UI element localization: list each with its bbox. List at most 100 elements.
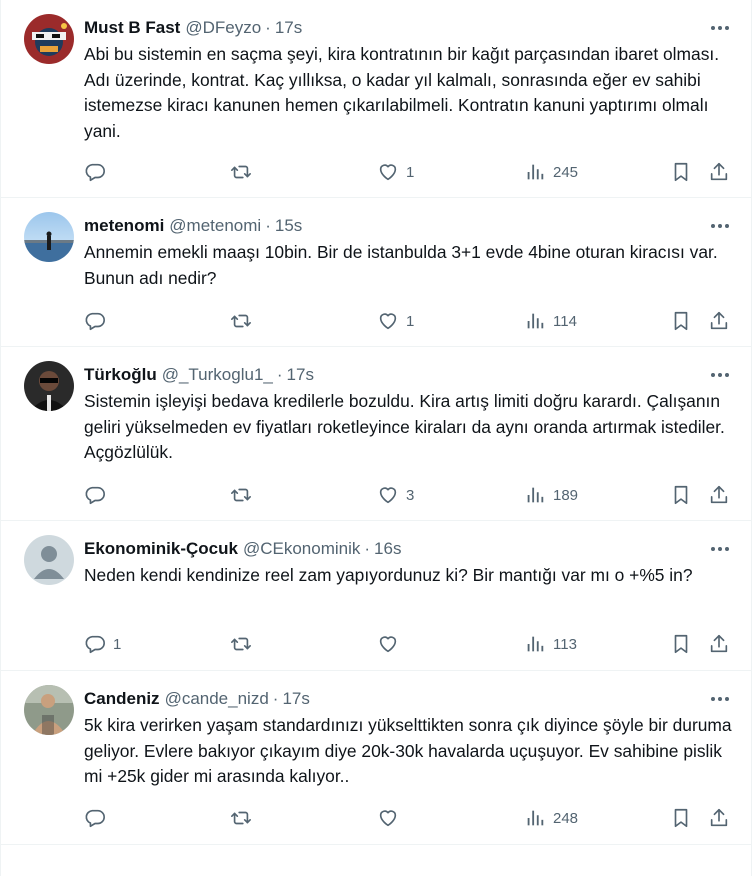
separator-dot: · [272,689,279,708]
avatar[interactable] [24,212,74,262]
tweet-text: Annemin emekli maaşı 10bin. Bir de istan… [84,242,718,288]
avatar[interactable] [24,361,74,411]
timestamp[interactable]: 15s [275,216,302,236]
tweet-text: Neden kendi kendinize reel zam yapıyordu… [84,565,693,585]
reply-icon [85,635,105,654]
bookmark-button[interactable] [670,308,692,334]
tweet-text: 5k kira verirken yaşam standardınızı yük… [84,715,732,786]
retweet-button[interactable] [230,482,259,508]
retweet-button[interactable] [230,805,259,831]
bookmark-button[interactable] [670,631,692,657]
more-dots-icon[interactable] [707,216,733,236]
tweet-text: Abi bu sistemin en saçma şeyi, kira kont… [84,44,720,141]
views-button[interactable]: 113 [524,631,577,657]
share-button[interactable] [708,805,730,831]
tweet[interactable]: metenomi @metenomi · 15s Annemin emekli … [1,198,752,347]
bookmark-button[interactable] [670,805,692,831]
bookmark-button[interactable] [670,159,692,185]
reply-button[interactable]: 1 [84,631,121,657]
bookmark-icon [674,634,688,654]
heart-icon [379,636,397,653]
reply-icon [85,486,105,505]
views-chart-icon [527,487,544,503]
heart-icon [379,487,397,504]
tweet-header: metenomi @metenomi · 15s [84,214,302,238]
reply-button[interactable] [84,159,113,185]
bookmark-button[interactable] [670,482,692,508]
timestamp[interactable]: 17s [275,18,302,38]
share-button[interactable] [708,159,730,185]
like-button[interactable] [377,805,406,831]
user-handle[interactable]: @_Turkoglu1_ [162,365,273,385]
share-icon [710,162,728,181]
tweet[interactable]: Must B Fast @DFeyzo · 17s Abi bu sistemi… [1,0,752,198]
separator-dot: · [265,18,271,37]
share-icon [710,808,728,827]
tweet-actions: 1 245 [84,159,736,185]
more-dots-icon[interactable] [707,365,733,385]
display-name[interactable]: Türkoğlu [84,365,157,385]
separator-dot: · [276,365,283,384]
more-dots-icon[interactable] [707,18,733,38]
retweet-icon [231,637,251,651]
like-button[interactable]: 1 [377,308,414,334]
view-count: 189 [553,486,579,504]
share-button[interactable] [708,482,730,508]
display-name[interactable]: Candeniz [84,689,160,709]
display-name[interactable]: Must B Fast [84,18,180,38]
avatar[interactable] [24,14,74,64]
tweet[interactable]: Candeniz @cande_nizd · 17s 5k kira verir… [1,671,752,845]
retweet-button[interactable] [230,308,259,334]
like-button[interactable] [377,631,406,657]
views-chart-icon [527,636,544,652]
reply-button[interactable] [84,482,113,508]
avatar[interactable] [24,685,74,735]
tweet-actions: 1 113 [84,631,736,657]
views-button[interactable]: 114 [524,308,577,334]
share-icon [710,311,728,330]
retweet-button[interactable] [230,631,259,657]
like-button[interactable]: 3 [377,482,414,508]
views-button[interactable]: 189 [524,482,578,508]
reply-icon [85,312,105,331]
user-handle[interactable]: @metenomi [169,216,261,236]
reply-button[interactable] [84,805,113,831]
tweet[interactable]: Ekonominik-Çocuk @CEkonominik · 16s Nede… [1,521,752,671]
share-button[interactable] [708,308,730,334]
tweet-actions: 3 189 [84,482,736,508]
heart-icon [379,164,397,181]
like-button[interactable]: 1 [377,159,414,185]
share-button[interactable] [708,631,730,657]
bookmark-icon [674,311,688,331]
reply-button[interactable] [84,308,113,334]
views-button[interactable]: 245 [524,159,578,185]
timestamp[interactable]: 17s [287,365,314,385]
tweet[interactable]: Türkoğlu @_Turkoglu1_ · 17s Sistemin işl… [1,347,752,521]
display-name[interactable]: Ekonominik-Çocuk [84,539,238,559]
like-count: 1 [406,163,415,181]
view-count: 113 [553,635,577,653]
bookmark-icon [674,808,688,828]
retweet-icon [231,314,251,328]
user-handle[interactable]: @CEkonominik [243,539,360,559]
user-handle[interactable]: @DFeyzo [185,18,261,38]
separator-dot: · [364,539,371,558]
user-handle[interactable]: @cande_nizd [165,689,269,709]
timestamp[interactable]: 16s [374,539,401,559]
display-name[interactable]: metenomi [84,216,164,236]
retweet-icon [231,165,251,179]
more-dots-icon[interactable] [707,689,733,709]
tweet-actions: 1 114 [84,308,736,334]
reply-icon [85,809,105,828]
tweet-actions: 248 [84,805,736,831]
view-count: 114 [553,312,577,330]
views-button[interactable]: 248 [524,805,578,831]
tweet-text: Sistemin işleyişi bedava kredilerle bozu… [84,391,725,462]
tweet-header: Türkoğlu @_Turkoglu1_ · 17s [84,363,314,387]
view-count: 245 [553,163,579,181]
more-dots-icon[interactable] [707,539,733,559]
avatar[interactable] [24,535,74,585]
timeline: Must B Fast @DFeyzo · 17s Abi bu sistemi… [0,0,752,876]
timestamp[interactable]: 17s [282,689,309,709]
retweet-button[interactable] [230,159,259,185]
